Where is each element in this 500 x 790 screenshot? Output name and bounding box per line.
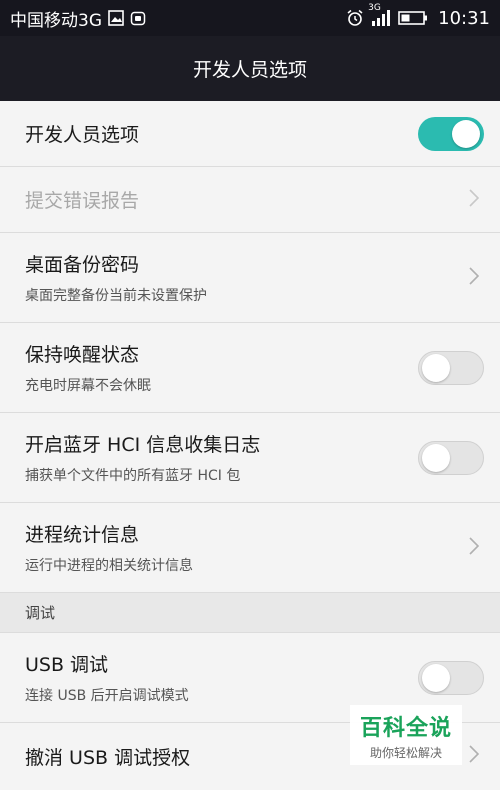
toggle-knob <box>452 119 480 148</box>
status-bar: 中国移动3G 3G 10:31 <box>0 0 500 36</box>
row-title: USB 调试 <box>25 654 109 676</box>
watermark-tagline: 助你轻松解决 <box>369 745 442 760</box>
section-label: 调试 <box>25 604 56 622</box>
row-title: 进程统计信息 <box>25 524 140 546</box>
toggle-knob <box>422 353 450 382</box>
row-title: 桌面备份密码 <box>25 254 140 276</box>
image-notification-icon <box>108 10 124 26</box>
process-stats-row[interactable]: 进程统计信息 运行中进程的相关统计信息 <box>0 503 500 593</box>
clock-label: 10:31 <box>438 7 490 29</box>
alarm-icon <box>346 9 364 27</box>
signal-icon: 3G <box>368 3 392 27</box>
row-title: 保持唤醒状态 <box>25 344 140 366</box>
row-subtitle: 捕获单个文件中的所有蓝牙 HCI 包 <box>25 468 241 484</box>
developer-options-row[interactable]: 开发人员选项 <box>0 101 500 167</box>
row-subtitle: 连接 USB 后开启调试模式 <box>25 688 189 704</box>
battery-icon <box>398 10 428 26</box>
app-notification-icon <box>130 10 146 26</box>
section-header-debug: 调试 <box>0 593 500 633</box>
desktop-backup-password-row[interactable]: 桌面备份密码 桌面完整备份当前未设置保护 <box>0 233 500 323</box>
toggle-knob <box>422 443 450 472</box>
chevron-right-icon <box>468 188 480 212</box>
bluetooth-hci-log-row[interactable]: 开启蓝牙 HCI 信息收集日志 捕获单个文件中的所有蓝牙 HCI 包 <box>0 413 500 503</box>
bug-report-row[interactable]: 提交错误报告 <box>0 167 500 233</box>
row-subtitle: 运行中进程的相关统计信息 <box>25 558 193 574</box>
row-title: 开启蓝牙 HCI 信息收集日志 <box>25 434 261 456</box>
toggle-knob <box>422 663 450 692</box>
chevron-right-icon <box>468 536 480 560</box>
settings-list: 开发人员选项 提交错误报告 桌面备份密码 桌面完整备份当前未设置保护 保持唤醒状… <box>0 101 500 789</box>
chevron-right-icon <box>468 266 480 290</box>
watermark-logo: 百科全说 助你轻松解决 <box>350 705 462 765</box>
developer-options-toggle[interactable] <box>418 116 484 151</box>
network-type-label: 3G <box>368 3 381 13</box>
carrier-label: 中国移动3G <box>10 10 102 31</box>
watermark-title: 百科全说 <box>359 715 452 741</box>
stay-awake-toggle[interactable] <box>418 350 484 385</box>
row-subtitle: 充电时屏幕不会休眠 <box>25 378 151 394</box>
row-title: 提交错误报告 <box>25 190 140 212</box>
page-title: 开发人员选项 <box>192 59 307 81</box>
usb-debugging-toggle[interactable] <box>418 660 484 695</box>
stay-awake-row[interactable]: 保持唤醒状态 充电时屏幕不会休眠 <box>0 323 500 413</box>
chevron-right-icon <box>468 744 480 768</box>
row-title: 开发人员选项 <box>25 124 140 146</box>
row-subtitle: 桌面完整备份当前未设置保护 <box>25 288 207 304</box>
bluetooth-hci-log-toggle[interactable] <box>418 440 484 475</box>
app-bar: 开发人员选项 <box>0 36 500 101</box>
